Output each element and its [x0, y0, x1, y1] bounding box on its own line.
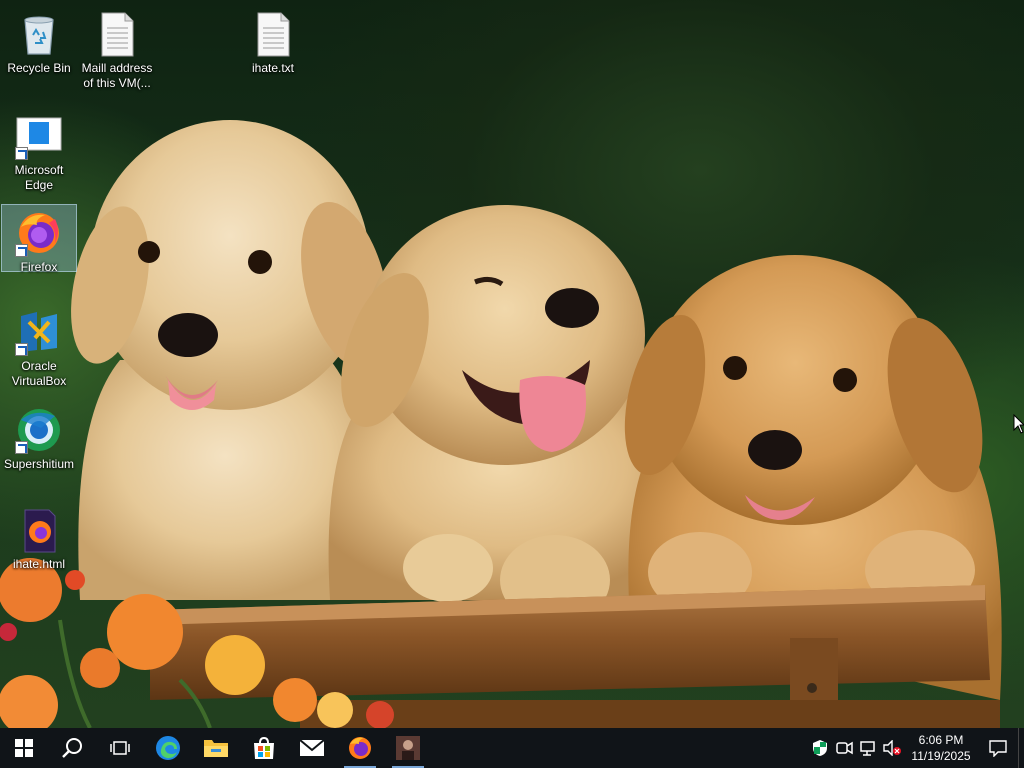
desktop-icon-label: ihate.html — [12, 557, 66, 571]
desktop-icon-firefox[interactable]: Firefox — [1, 204, 77, 274]
firefox-icon — [349, 737, 371, 759]
desktop-icon-microsoft-edge[interactable]: Microsoft Edge — [1, 108, 77, 193]
taskbar-clock[interactable]: 6:06 PM 11/19/2025 — [904, 728, 978, 768]
virtualbox-icon — [15, 308, 63, 356]
desktop-icon-oracle-virtualbox[interactable]: Oracle VirtualBox — [1, 304, 77, 389]
notification-icon — [989, 740, 1007, 757]
search-icon — [62, 738, 82, 758]
clock-time: 6:06 PM — [918, 733, 964, 747]
tray-security-button[interactable] — [808, 728, 832, 768]
desktop-icon-recycle-bin[interactable]: Recycle Bin — [1, 6, 77, 76]
edge-icon — [15, 112, 63, 160]
shortcut-arrow-icon — [15, 343, 28, 356]
action-center-button[interactable] — [978, 728, 1018, 768]
network-icon — [860, 741, 875, 756]
mail-icon — [299, 739, 325, 756]
text-file-icon — [249, 10, 297, 58]
shortcut-arrow-icon — [15, 244, 28, 257]
system-tray: 6:06 PM 11/19/2025 — [808, 728, 1024, 768]
tray-network-button[interactable] — [856, 728, 880, 768]
desktop-icon-ihate-txt[interactable]: ihate.txt — [235, 6, 311, 76]
task-view-icon — [110, 741, 130, 755]
recycle-bin-icon — [15, 10, 63, 58]
desktop-icon-label: Maill address of this VM(... — [81, 61, 153, 90]
shortcut-arrow-icon — [15, 147, 28, 160]
taskbar-file-explorer-button[interactable] — [192, 728, 240, 768]
text-file-icon — [93, 10, 141, 58]
taskbar-app-button[interactable] — [384, 728, 432, 768]
desktop-icon-mail-address-file[interactable]: Maill address of this VM(... — [79, 6, 155, 91]
taskbar-mail-button[interactable] — [288, 728, 336, 768]
desktop-icon-label: ihate.txt — [251, 61, 295, 75]
taskbar-edge-button[interactable] — [144, 728, 192, 768]
meet-now-icon — [836, 741, 853, 755]
desktop-icon-label: Oracle VirtualBox — [11, 359, 67, 388]
tray-volume-button[interactable] — [880, 728, 904, 768]
desktop-icon-ihate-html[interactable]: ihate.html — [1, 502, 77, 572]
puppies-wallpaper-image — [0, 120, 1002, 728]
desktop-icon-supershitium[interactable]: Supershitium — [1, 402, 77, 472]
search-button[interactable] — [48, 728, 96, 768]
mouse-cursor-icon — [1013, 414, 1024, 434]
tray-meet-now-button[interactable] — [832, 728, 856, 768]
taskbar: 6:06 PM 11/19/2025 — [0, 728, 1024, 768]
folder-icon — [204, 740, 228, 757]
taskbar-firefox-button[interactable] — [336, 728, 384, 768]
volume-muted-icon — [883, 740, 901, 756]
security-shield-icon — [813, 740, 827, 756]
desktop-icon-label: Microsoft Edge — [14, 163, 64, 192]
clock-date: 11/19/2025 — [911, 749, 971, 763]
show-desktop-button[interactable] — [1018, 728, 1024, 768]
task-view-button[interactable] — [96, 728, 144, 768]
store-icon — [254, 736, 274, 759]
edge-icon — [156, 736, 180, 760]
supershitium-icon — [15, 406, 63, 454]
shortcut-arrow-icon — [15, 441, 28, 454]
firefox-icon — [15, 209, 63, 257]
desktop-icon-label: Supershitium — [3, 457, 75, 471]
taskbar-store-button[interactable] — [240, 728, 288, 768]
windows-logo-icon — [15, 739, 33, 757]
firefox-html-icon — [15, 506, 63, 554]
desktop-icon-label: Firefox — [20, 260, 58, 274]
start-button[interactable] — [0, 728, 48, 768]
desktop-wallpaper[interactable] — [0, 0, 1024, 728]
app-thumbnail-icon — [396, 736, 420, 760]
desktop-icon-label: Recycle Bin — [7, 61, 71, 75]
